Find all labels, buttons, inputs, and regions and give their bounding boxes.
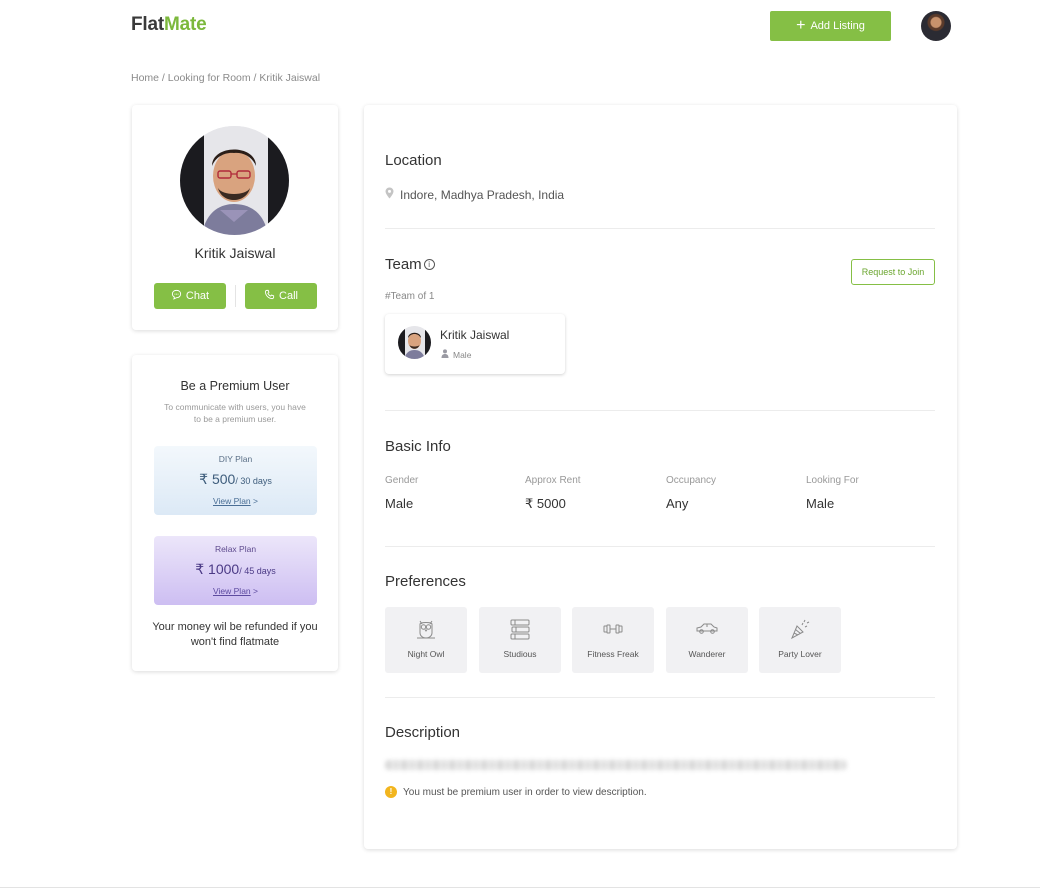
refund-note: Your money wil be refunded if you won't … <box>152 621 318 648</box>
member-gender-text: Male <box>453 349 472 360</box>
preferences-title: Preferences <box>385 573 466 590</box>
car-icon <box>696 623 718 634</box>
premium-subtitle: To communicate with users, you have to b… <box>164 402 306 424</box>
add-listing-button[interactable]: + Add Listing <box>770 11 891 41</box>
info-value: ₹ 5000 <box>525 496 566 511</box>
plan-period: / 30 days <box>235 476 272 486</box>
chat-button[interactable]: Chat <box>154 283 226 309</box>
plus-icon: + <box>796 16 806 34</box>
dumbbell-icon <box>603 624 623 634</box>
view-plan-link[interactable]: View Plan > <box>154 496 317 506</box>
listing-detail-card: Location Indore, Madhya Pradesh, India T… <box>364 105 957 849</box>
info-label: Occupancy <box>666 475 717 486</box>
preference-night-owl: Night Owl <box>385 607 467 673</box>
location-address-text: Indore, Madhya Pradesh, India <box>400 187 565 202</box>
user-avatar[interactable] <box>921 11 951 41</box>
premium-required-note: ! You must be premium user in order to v… <box>385 786 647 798</box>
team-title-text: Team <box>385 256 422 273</box>
divider <box>385 228 935 229</box>
premium-required-text: You must be premium user in order to vie… <box>403 786 647 798</box>
view-plan-label: View Plan <box>213 586 251 596</box>
member-avatar <box>398 326 431 359</box>
plan-period: / 45 days <box>239 566 276 576</box>
blurred-description <box>385 760 847 770</box>
logo[interactable]: FlatMate <box>131 14 207 36</box>
info-label: Looking For <box>806 475 859 486</box>
request-to-join-button[interactable]: Request to Join <box>851 259 935 285</box>
divider <box>385 410 935 411</box>
chat-label: Chat <box>185 290 210 302</box>
breadcrumb: Home / Looking for Room / Kritik Jaiswal <box>131 72 321 84</box>
info-label: Approx Rent <box>525 475 581 486</box>
team-title: Team i <box>385 256 435 273</box>
footer-divider <box>0 887 1040 888</box>
button-divider <box>235 285 236 307</box>
map-pin-icon <box>385 187 394 202</box>
team-member-card[interactable]: Kritik Jaiswal Male <box>385 314 565 374</box>
plan-price: ₹ 500/ 30 days <box>154 471 317 488</box>
divider <box>385 546 935 547</box>
warning-icon: ! <box>385 786 397 798</box>
info-value: Any <box>666 496 689 511</box>
plan-price-amount: ₹ 1000 <box>195 561 240 577</box>
info-occupancy: Occupancy Any <box>666 475 716 511</box>
call-button[interactable]: Call <box>245 283 317 309</box>
preference-label: Wanderer <box>688 649 726 659</box>
call-label: Call <box>279 290 298 302</box>
plan-price-amount: ₹ 500 <box>199 471 236 487</box>
preference-party-lover: Party Lover <box>759 607 841 673</box>
info-approx-rent: Approx Rent ₹ 5000 <box>525 475 581 512</box>
preference-wanderer: Wanderer <box>666 607 748 673</box>
preference-label: Fitness Freak <box>587 649 639 659</box>
info-looking-for: Looking For Male <box>806 475 859 511</box>
preference-studious: Studious <box>479 607 561 673</box>
phone-icon <box>264 289 275 303</box>
chevron-right-icon: > <box>253 586 258 596</box>
info-icon[interactable]: i <box>423 259 435 270</box>
owl-icon <box>417 620 435 639</box>
plan-price: ₹ 1000/ 45 days <box>154 561 317 578</box>
basic-info-title: Basic Info <box>385 438 451 455</box>
logo-text-mate: Mate <box>163 14 207 35</box>
add-listing-label: Add Listing <box>810 20 865 32</box>
plan-card-diy[interactable]: DIY Plan ₹ 500/ 30 days View Plan > <box>154 446 317 515</box>
preference-label: Studious <box>503 649 537 659</box>
plan-name: DIY Plan <box>218 454 253 464</box>
view-plan-label: View Plan <box>213 496 251 506</box>
member-name: Kritik Jaiswal <box>440 328 510 342</box>
location-title: Location <box>385 152 442 169</box>
premium-title: Be a Premium User <box>180 379 290 393</box>
chat-icon <box>171 289 182 303</box>
info-value: Male <box>385 496 414 511</box>
premium-card: Be a Premium User To communicate with us… <box>132 355 338 671</box>
plan-card-relax[interactable]: Relax Plan ₹ 1000/ 45 days View Plan > <box>154 536 317 605</box>
info-value: Male <box>806 496 835 511</box>
preference-label: Party Lover <box>778 649 822 659</box>
preference-label: Night Owl <box>407 649 445 659</box>
description-title: Description <box>385 724 461 741</box>
divider <box>385 697 935 698</box>
person-icon <box>441 349 449 360</box>
member-gender: Male <box>441 349 471 360</box>
location-address: Indore, Madhya Pradesh, India <box>385 187 564 202</box>
logo-text-flat: Flat <box>131 14 164 35</box>
info-label: Gender <box>385 475 419 486</box>
team-count: #Team of 1 <box>385 291 435 302</box>
books-icon <box>510 619 530 640</box>
profile-name: Kritik Jaiswal <box>194 245 276 261</box>
view-plan-link[interactable]: View Plan > <box>154 586 317 596</box>
info-gender: Gender Male <box>385 475 418 511</box>
profile-card: Kritik Jaiswal Chat Call <box>132 105 338 330</box>
profile-photo <box>180 126 289 235</box>
chevron-right-icon: > <box>253 496 258 506</box>
plan-name: Relax Plan <box>214 544 257 554</box>
preference-fitness-freak: Fitness Freak <box>572 607 654 673</box>
party-popper-icon <box>790 619 810 640</box>
